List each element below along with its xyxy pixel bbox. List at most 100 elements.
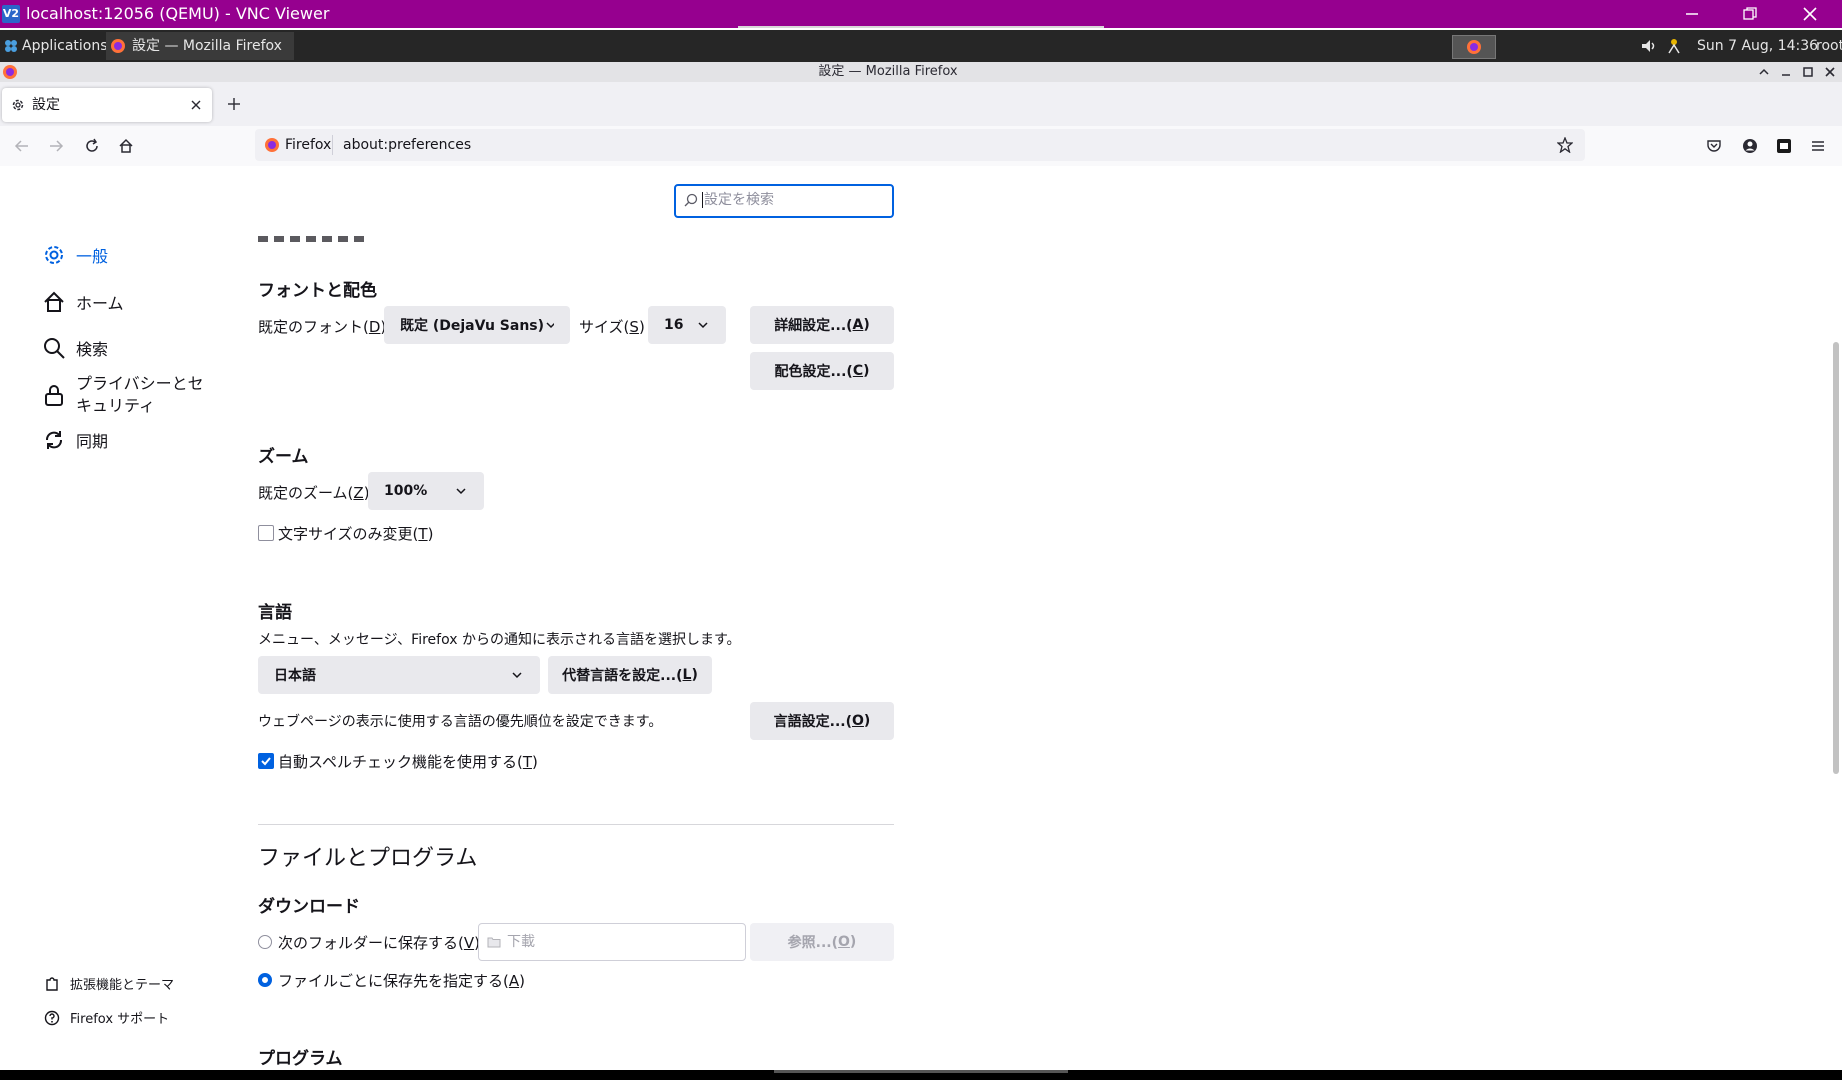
scrollbar-thumb[interactable] <box>1833 342 1839 774</box>
firefox-window-title: 設定 — Mozilla Firefox <box>818 64 958 79</box>
advanced-fonts-button[interactable]: 詳細設定...(A) <box>750 306 894 344</box>
account-icon <box>1743 139 1757 153</box>
always-ask-label[interactable]: ファイルごとに保存先を指定する(A) <box>278 970 525 991</box>
category-label: プライバシーとセ キュリティ <box>76 373 204 417</box>
app-menu-button[interactable] <box>1806 134 1830 158</box>
save-to-folder-radio[interactable] <box>258 935 272 949</box>
text-only-zoom-checkbox[interactable] <box>258 525 274 541</box>
home-icon <box>44 291 64 312</box>
user-name[interactable]: root <box>1816 30 1842 62</box>
section-divider <box>258 824 894 825</box>
navigation-toolbar: Firefox about:preferences <box>0 126 1842 167</box>
window-shade-button[interactable] <box>1758 66 1770 78</box>
font-size-select[interactable]: 16 <box>648 306 726 344</box>
ui-language-select[interactable]: 日本語 <box>258 656 540 694</box>
preferences-search[interactable]: 設定を検索 <box>674 184 894 218</box>
save-to-folder-label[interactable]: 次のフォルダーに保存する(V) <box>278 932 480 953</box>
download-folder-field: 下載 <box>478 923 746 961</box>
identity-label: Firefox <box>285 137 332 153</box>
category-sync[interactable]: 同期 <box>42 428 108 452</box>
taskbar-item-firefox[interactable]: 設定 — Mozilla Firefox <box>106 32 294 60</box>
colors-button[interactable]: 配色設定...(C) <box>750 352 894 390</box>
arrow-right-icon <box>50 140 64 152</box>
applications-icon <box>5 40 17 52</box>
vnc-titlebar: V2 localhost:12056 (QEMU) - VNC Viewer <box>0 0 1842 28</box>
text-only-zoom-label[interactable]: 文字サイズのみ変更(T) <box>278 523 433 544</box>
url-text[interactable]: about:preferences <box>343 129 471 161</box>
download-folder-value: 下載 <box>507 934 535 950</box>
volume-icon[interactable] <box>1640 30 1656 54</box>
support-link[interactable]: Firefox サポート <box>44 1008 169 1027</box>
checkmark-icon <box>261 757 271 766</box>
vnc-window-title: localhost:12056 (QEMU) - VNC Viewer <box>26 4 330 23</box>
tab-close-button[interactable] <box>190 99 202 111</box>
vnc-close-button[interactable] <box>1782 0 1838 28</box>
default-font-select[interactable]: 既定 (DejaVu Sans) <box>384 306 570 344</box>
firefox-icon <box>1467 40 1481 54</box>
folder-icon <box>487 937 501 948</box>
language-description: メニュー、メッセージ、Firefox からの通知に表示される言語を選択します。 <box>258 632 741 648</box>
arrow-left-icon <box>14 140 28 152</box>
bookmark-star-button[interactable] <box>1557 137 1573 153</box>
pocket-button[interactable] <box>1702 134 1726 158</box>
applications-label: Applications <box>22 38 108 54</box>
choose-languages-button[interactable]: 言語設定...(O) <box>750 702 894 740</box>
programs-heading: プログラム <box>258 1049 343 1069</box>
vnc-logo-icon: V2 <box>2 5 20 23</box>
downloads-heading: ダウンロード <box>258 897 360 917</box>
chevron-down-icon <box>512 672 522 679</box>
sync-icon <box>46 431 62 449</box>
network-icon[interactable] <box>1666 30 1682 54</box>
plus-icon <box>228 98 240 110</box>
vnc-bottom-edge <box>0 1070 1842 1080</box>
category-general[interactable]: 一般 <box>42 243 108 267</box>
spellcheck-checkbox[interactable] <box>258 753 274 769</box>
category-label: 同期 <box>76 432 109 451</box>
preferences-page: 設定を検索 一般 ホーム 検索 プライバシーとセ キュリティ 同期 拡張機能とテ… <box>0 166 1842 1070</box>
text-caret <box>702 192 703 208</box>
default-font-value: 既定 (DejaVu Sans) <box>400 318 545 334</box>
default-zoom-select[interactable]: 100% <box>368 472 484 510</box>
tab-settings[interactable]: 設定 <box>2 88 212 122</box>
search-icon <box>684 193 698 207</box>
webpage-language-description: ウェブページの表示に使用する言語の優先順位を設定できます。 <box>258 714 663 730</box>
window-minimize-button[interactable] <box>1780 66 1792 78</box>
window-maximize-button[interactable] <box>1802 66 1814 78</box>
spellcheck-label[interactable]: 自動スペルチェック機能を使用する(T) <box>278 751 538 772</box>
category-home[interactable]: ホーム <box>42 290 124 314</box>
reload-button[interactable] <box>80 134 104 158</box>
vnc-restore-button[interactable] <box>1722 0 1778 28</box>
font-size-label: サイズ(S) <box>579 318 645 336</box>
url-bar[interactable]: Firefox about:preferences <box>255 129 1585 161</box>
puzzle-icon <box>46 976 58 991</box>
extension-button[interactable] <box>1772 134 1796 158</box>
window-close-button[interactable] <box>1824 66 1836 78</box>
new-tab-button[interactable] <box>226 96 242 112</box>
category-label: 検索 <box>76 340 109 359</box>
close-icon <box>191 100 201 110</box>
tab-title: 設定 <box>32 97 60 113</box>
firefox-titlebar: 設定 — Mozilla Firefox <box>0 62 1842 82</box>
back-button[interactable] <box>10 134 34 158</box>
url-separator <box>332 135 333 155</box>
search-icon <box>44 338 65 359</box>
tray-firefox-item[interactable] <box>1452 35 1496 59</box>
addons-link[interactable]: 拡張機能とテーマ <box>44 974 174 993</box>
always-ask-radio[interactable] <box>258 973 272 987</box>
clock[interactable]: Sun 7 Aug, 14:36 <box>1697 30 1818 62</box>
lock-icon <box>45 385 63 406</box>
browse-button[interactable]: 参照...(O) <box>750 923 894 961</box>
fonts-heading: フォントと配色 <box>258 281 377 301</box>
forward-button[interactable] <box>44 134 68 158</box>
category-privacy[interactable]: プライバシーとセ キュリティ <box>42 373 204 417</box>
hamburger-menu-icon <box>1812 141 1824 151</box>
search-placeholder: 設定を検索 <box>704 192 774 208</box>
vnc-minimize-button[interactable] <box>1664 0 1720 28</box>
category-search[interactable]: 検索 <box>42 336 108 360</box>
help-icon <box>44 1010 60 1025</box>
addons-label: 拡張機能とテーマ <box>70 978 175 993</box>
account-button[interactable] <box>1738 134 1762 158</box>
home-button[interactable] <box>114 134 138 158</box>
alternative-languages-button[interactable]: 代替言語を設定...(L) <box>548 656 712 694</box>
applications-menu[interactable]: Applications <box>4 30 108 62</box>
